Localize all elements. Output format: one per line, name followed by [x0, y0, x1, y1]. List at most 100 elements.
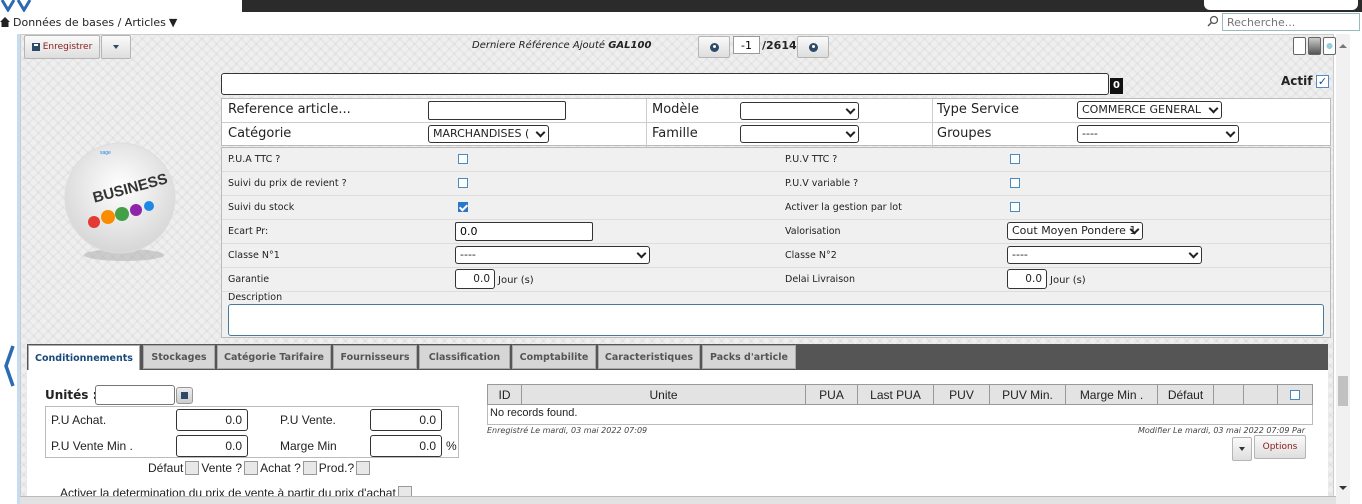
pu-vente-min-label: P.U Vente Min .	[51, 439, 133, 453]
modified-info: Modifier Le mardi, 03 mai 2022 07:09 Par	[1138, 426, 1306, 435]
type-service-select[interactable]: COMMERCE GENERAL	[1077, 101, 1222, 119]
search-icon[interactable]	[1206, 14, 1220, 28]
col-defaut[interactable]: Défaut	[1158, 385, 1214, 404]
pu-vente-input[interactable]: 0.0	[370, 409, 442, 431]
col-empty-2	[1244, 385, 1278, 404]
suivi-prix-checkbox[interactable]	[458, 178, 468, 188]
pua-ttc-checkbox[interactable]	[458, 154, 468, 164]
chevron-left-icon[interactable]	[2, 344, 16, 388]
modele-select[interactable]	[740, 102, 859, 120]
units-lookup-button[interactable]	[176, 387, 193, 404]
categorie-label: Catégorie	[228, 126, 292, 141]
achat-label: Achat ?	[260, 461, 301, 475]
divider	[932, 99, 933, 122]
tab-classification[interactable]: Classification	[419, 345, 510, 369]
classe1-select[interactable]: ----	[455, 246, 650, 264]
categorie-value: MARCHANDISES (	[433, 127, 530, 140]
options-grid: P.U.A TTC ? P.U.V TTC ? Suivi du prix de…	[221, 147, 1331, 338]
groupes-value: ----	[1082, 127, 1098, 140]
ecart-input[interactable]	[455, 222, 593, 241]
puv-ttc-checkbox[interactable]	[1010, 154, 1020, 164]
previous-record-button[interactable]	[698, 36, 730, 58]
horizontal-scrollbar[interactable]	[20, 496, 1336, 504]
save-dropdown-button[interactable]	[101, 35, 131, 59]
options-button[interactable]: Options	[1254, 435, 1306, 459]
col-empty-1	[1214, 385, 1244, 404]
prod-checkbox[interactable]	[356, 461, 371, 475]
puv-ttc-label: P.U.V TTC ?	[785, 154, 838, 165]
select-all-checkbox[interactable]	[1290, 389, 1300, 400]
record-index-input[interactable]	[733, 36, 760, 54]
tab-comptabilite[interactable]: Comptabilite	[512, 345, 596, 369]
search-input[interactable]	[1222, 13, 1360, 31]
marge-min-input[interactable]: 0.0	[370, 435, 442, 457]
breadcrumb[interactable]: Données de bases / Articles ▼	[0, 14, 177, 30]
col-puv-min[interactable]: PUV Min.	[990, 385, 1066, 404]
gestion-lot-checkbox[interactable]	[1010, 202, 1020, 212]
unit-flags: Défaut Vente ? Achat ? Prod.?	[148, 461, 371, 475]
breadcrumb-arrow-icon[interactable]: ▼	[169, 16, 177, 29]
categorie-select[interactable]: MARCHANDISES (	[428, 125, 549, 143]
next-record-button[interactable]	[797, 36, 829, 58]
valorisation-select[interactable]: Cout Moyen Pondere 1	[1007, 222, 1143, 240]
description-textarea[interactable]	[228, 304, 1324, 336]
tab-fournisseurs[interactable]: Fournisseurs	[333, 345, 417, 369]
delai-input[interactable]: 0.0	[1007, 269, 1047, 289]
table-empty-row: No records found.	[487, 405, 1313, 425]
puv-variable-checkbox[interactable]	[1010, 178, 1020, 188]
home-icon[interactable]	[0, 17, 10, 27]
col-marge-min[interactable]: Marge Min .	[1066, 385, 1158, 404]
scrollbar-thumb[interactable]	[1338, 376, 1348, 406]
col-last-pua[interactable]: Last PUA	[858, 385, 934, 404]
col-id[interactable]: ID	[488, 385, 522, 404]
suivi-stock-checkbox[interactable]	[458, 202, 468, 212]
tab-caracteristiques[interactable]: Caracteristiques	[598, 345, 700, 369]
vente-checkbox[interactable]	[244, 461, 259, 475]
classe2-select[interactable]: ----	[1007, 246, 1202, 264]
puv-variable-label: P.U.V variable ?	[785, 178, 859, 189]
options-dropdown-button[interactable]	[1232, 437, 1252, 461]
user-area[interactable]	[1204, 0, 1358, 10]
tab-stockages[interactable]: Stockages	[143, 345, 215, 369]
garantie-label: Garantie	[228, 274, 270, 285]
divider	[932, 123, 933, 147]
achat-checkbox[interactable]	[302, 461, 317, 475]
col-pua[interactable]: PUA	[806, 385, 858, 404]
tab-conditionnements[interactable]: Conditionnements	[28, 345, 140, 371]
units-input[interactable]	[95, 385, 175, 405]
save-button[interactable]: Enregistrer	[24, 35, 100, 59]
col-unite[interactable]: Unite	[522, 385, 806, 404]
form-row: Catégorie MARCHANDISES ( Famille Groupes…	[222, 123, 1330, 147]
delai-label: Delai Livraison	[785, 274, 855, 285]
type-service-value: COMMERCE GENERAL	[1082, 103, 1201, 116]
col-puv[interactable]: PUV	[934, 385, 990, 404]
last-ref-value: GAL100	[608, 40, 652, 51]
defaut-checkbox[interactable]	[185, 461, 200, 475]
vente-label: Vente ?	[201, 461, 243, 475]
main-form-grid: Reference article... Modèle Type Service…	[221, 98, 1331, 147]
vertical-scrollbar[interactable]	[1336, 34, 1350, 504]
document-actions	[1293, 37, 1336, 55]
settings-icon[interactable]	[1323, 37, 1336, 55]
groupes-select[interactable]: ----	[1077, 125, 1239, 143]
col-select-all[interactable]	[1278, 385, 1312, 404]
defaut-label: Défaut	[148, 461, 184, 475]
print-icon[interactable]	[1308, 37, 1321, 55]
tab-categorie-tarifaire[interactable]: Catégorie Tarifaire	[217, 345, 331, 369]
scroll-down-icon[interactable]	[1338, 484, 1348, 492]
scroll-up-icon[interactable]	[1338, 42, 1348, 50]
tab-packs-article[interactable]: Packs d'article	[702, 345, 796, 369]
article-name-input[interactable]	[221, 73, 1109, 95]
business-logo: BUSINESS sage	[64, 142, 176, 261]
top-bar	[242, 0, 1362, 12]
pu-achat-input[interactable]: 0.0	[176, 409, 248, 431]
famille-select[interactable]	[740, 125, 859, 143]
reference-input[interactable]	[428, 101, 566, 120]
garantie-input[interactable]: 0.0	[455, 269, 495, 289]
pu-vente-min-input[interactable]: 0.0	[176, 435, 248, 457]
suivi-prix-label: Suivi du prix de revient ?	[228, 178, 347, 189]
percent-label: %	[446, 439, 457, 453]
new-document-icon[interactable]	[1293, 37, 1306, 55]
breadcrumb-label[interactable]: Données de bases / Articles	[13, 16, 166, 29]
actif-checkbox[interactable]: ✓	[1316, 75, 1329, 88]
